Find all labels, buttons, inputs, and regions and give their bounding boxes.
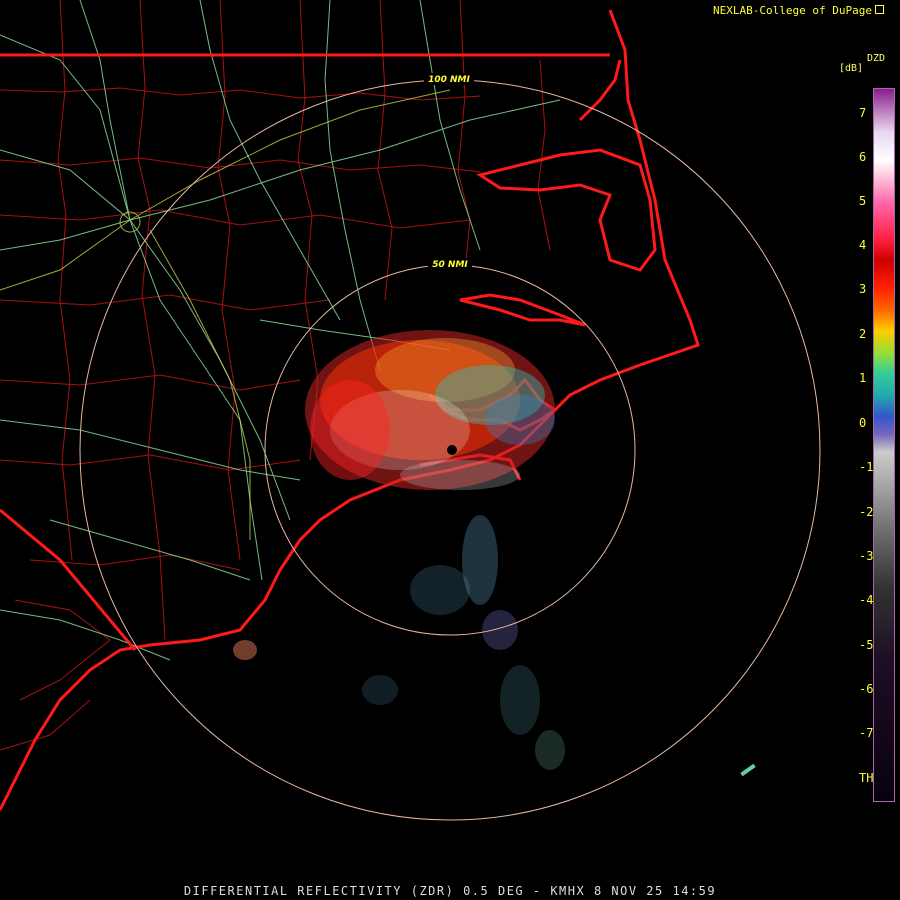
external-link-icon[interactable]: [875, 5, 884, 14]
credit-label: NEXLAB-College of DuPage: [713, 4, 884, 17]
legend-tick: -3: [859, 549, 874, 563]
radar-map[interactable]: 100 NMI 50 NMI: [0, 0, 900, 900]
legend-tick: 4: [859, 238, 867, 252]
legend-tick: 5: [859, 194, 867, 208]
legend-tick: 7: [859, 106, 867, 120]
legend-tick: 1: [859, 371, 867, 385]
legend-tick: 0: [859, 416, 867, 430]
legend-tick: -4: [859, 593, 874, 607]
legend-tick: -5: [859, 638, 874, 652]
legend-tick: -7: [859, 726, 874, 740]
legend-tick: -6: [859, 682, 874, 696]
product-caption: DIFFERENTIAL REFLECTIVITY (ZDR) 0.5 DEG …: [183, 884, 717, 898]
range-ring-label-50: 50 NMI: [432, 260, 468, 270]
radar-echoes-offshore: [233, 515, 756, 777]
legend-product: DZD: [867, 53, 886, 64]
range-ring-label-100: 100 NMI: [428, 75, 470, 85]
legend-tick: TH: [859, 771, 874, 785]
legend-tick: 2: [859, 327, 867, 341]
radar-echoes-land: [305, 330, 555, 490]
legend-tick: -2: [859, 505, 874, 519]
legend-tick: 3: [859, 282, 867, 296]
color-scale-bar: [873, 88, 895, 802]
legend-tick: 6: [859, 150, 867, 164]
legend-unit: [dB]: [839, 63, 864, 74]
legend-tick: -1: [859, 460, 874, 474]
